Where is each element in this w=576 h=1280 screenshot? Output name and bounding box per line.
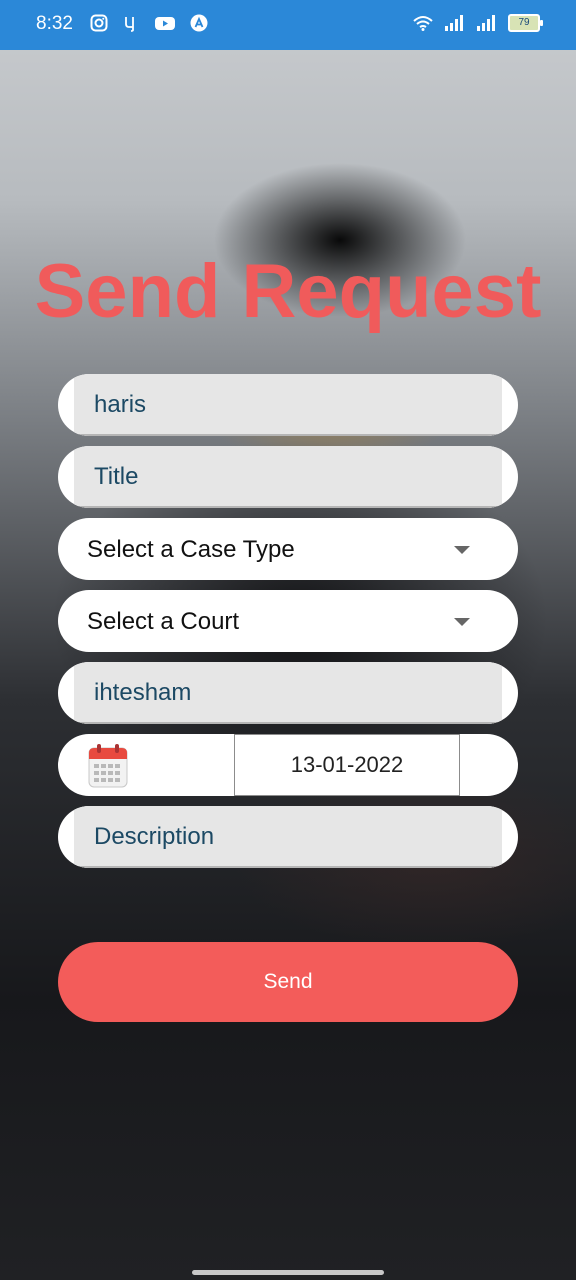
court-dropdown[interactable]: Select a Court (58, 590, 518, 652)
lawyer-field-container: ihtesham (58, 662, 518, 724)
page-title: Send Request (34, 249, 542, 334)
caret-down-icon (454, 546, 470, 554)
description-placeholder: Description (94, 823, 215, 850)
client-name-input[interactable]: haris (74, 374, 502, 436)
description-input[interactable]: Description (74, 806, 502, 868)
date-field[interactable]: 13-01-2022 (234, 734, 460, 796)
title-field-container: Title (58, 446, 518, 508)
client-name-value: haris (94, 391, 147, 418)
calendar-icon[interactable] (88, 744, 128, 788)
send-button[interactable]: Send (58, 942, 518, 1022)
battery-icon: 79 (508, 14, 543, 32)
signal-icon (445, 15, 463, 31)
lawyer-input[interactable]: ihtesham (74, 662, 502, 724)
title-input[interactable]: Title (74, 446, 502, 508)
title-placeholder: Title (94, 463, 139, 490)
status-bar: 8:32 79 (0, 0, 576, 50)
lawyer-value: ihtesham (94, 679, 192, 706)
case-type-label: Select a Case Type (87, 536, 295, 563)
status-time: 8:32 (36, 13, 73, 34)
arc-app-icon (190, 14, 208, 32)
wifi-icon (413, 16, 433, 31)
description-field-container: Description (58, 806, 518, 868)
date-picker-row: 13-01-2022 (58, 734, 518, 796)
client-name-field-container: haris (58, 374, 518, 436)
home-indicator[interactable] (192, 1270, 384, 1275)
y-app-icon (125, 17, 134, 32)
youtube-icon (155, 17, 175, 30)
court-label: Select a Court (87, 608, 240, 635)
caret-down-icon (454, 618, 470, 626)
instagram-icon (90, 14, 108, 32)
case-type-dropdown[interactable]: Select a Case Type (58, 518, 518, 580)
signal-icon (477, 15, 495, 31)
